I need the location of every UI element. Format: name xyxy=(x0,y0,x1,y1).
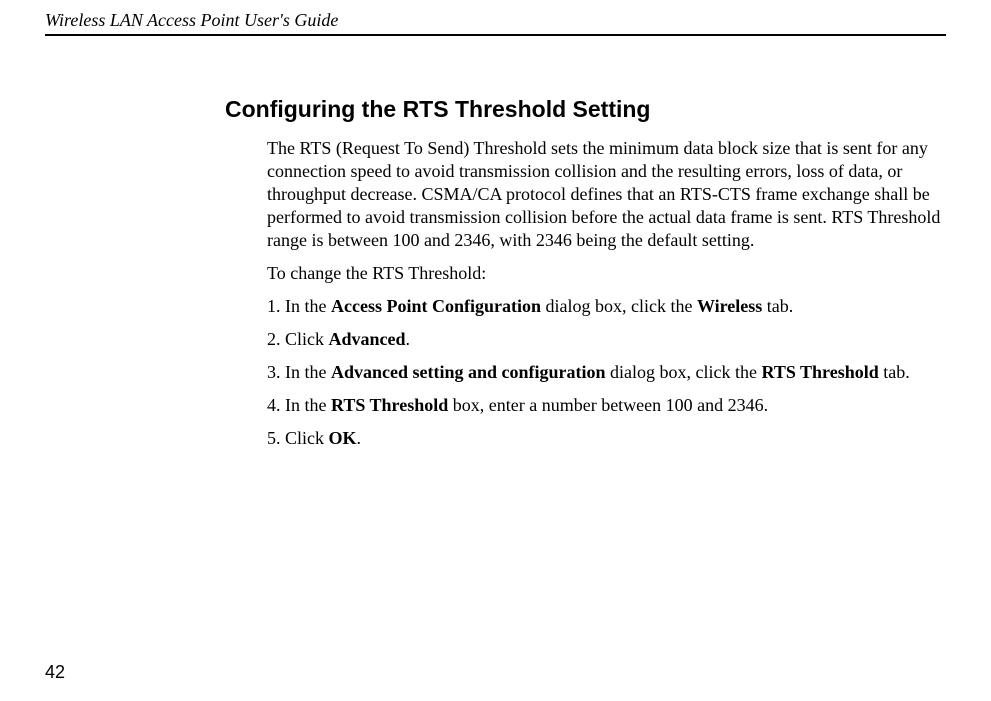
step-number: 4. xyxy=(267,395,281,415)
page-number: 42 xyxy=(45,662,65,683)
step-bold: Access Point Configuration xyxy=(331,296,541,316)
step-number: 5. xyxy=(267,428,281,448)
step-4: 4. In the RTS Threshold box, enter a num… xyxy=(267,394,946,417)
step-3: 3. In the Advanced setting and configura… xyxy=(267,361,946,384)
step-bold: OK xyxy=(329,428,357,448)
step-text: . xyxy=(406,329,411,349)
step-text: In the xyxy=(285,362,331,382)
step-text: dialog box, click the xyxy=(606,362,762,382)
lead-paragraph: To change the RTS Threshold: xyxy=(267,262,946,285)
document-header: Wireless LAN Access Point User's Guide xyxy=(45,10,946,36)
step-text: Click xyxy=(285,329,329,349)
step-text: tab. xyxy=(879,362,910,382)
step-bold: RTS Threshold xyxy=(761,362,878,382)
step-bold: RTS Threshold xyxy=(331,395,448,415)
step-1: 1. In the Access Point Configuration dia… xyxy=(267,295,946,318)
step-text: dialog box, click the xyxy=(541,296,697,316)
step-number: 1. xyxy=(267,296,281,316)
step-number: 3. xyxy=(267,362,281,382)
main-content: Configuring the RTS Threshold Setting Th… xyxy=(225,96,946,450)
step-text: In the xyxy=(285,296,331,316)
section-heading: Configuring the RTS Threshold Setting xyxy=(225,96,946,123)
step-text: . xyxy=(357,428,362,448)
step-number: 2. xyxy=(267,329,281,349)
step-text: box, enter a number between 100 and 2346… xyxy=(448,395,768,415)
step-2: 2. Click Advanced. xyxy=(267,328,946,351)
step-bold: Advanced setting and configuration xyxy=(331,362,606,382)
step-bold: Wireless xyxy=(697,296,762,316)
intro-paragraph: The RTS (Request To Send) Threshold sets… xyxy=(267,137,946,252)
step-text: In the xyxy=(285,395,331,415)
step-5: 5. Click OK. xyxy=(267,427,946,450)
step-text: tab. xyxy=(762,296,793,316)
step-text: Click xyxy=(285,428,329,448)
header-title: Wireless LAN Access Point User's Guide xyxy=(45,10,338,30)
step-bold: Advanced xyxy=(329,329,406,349)
